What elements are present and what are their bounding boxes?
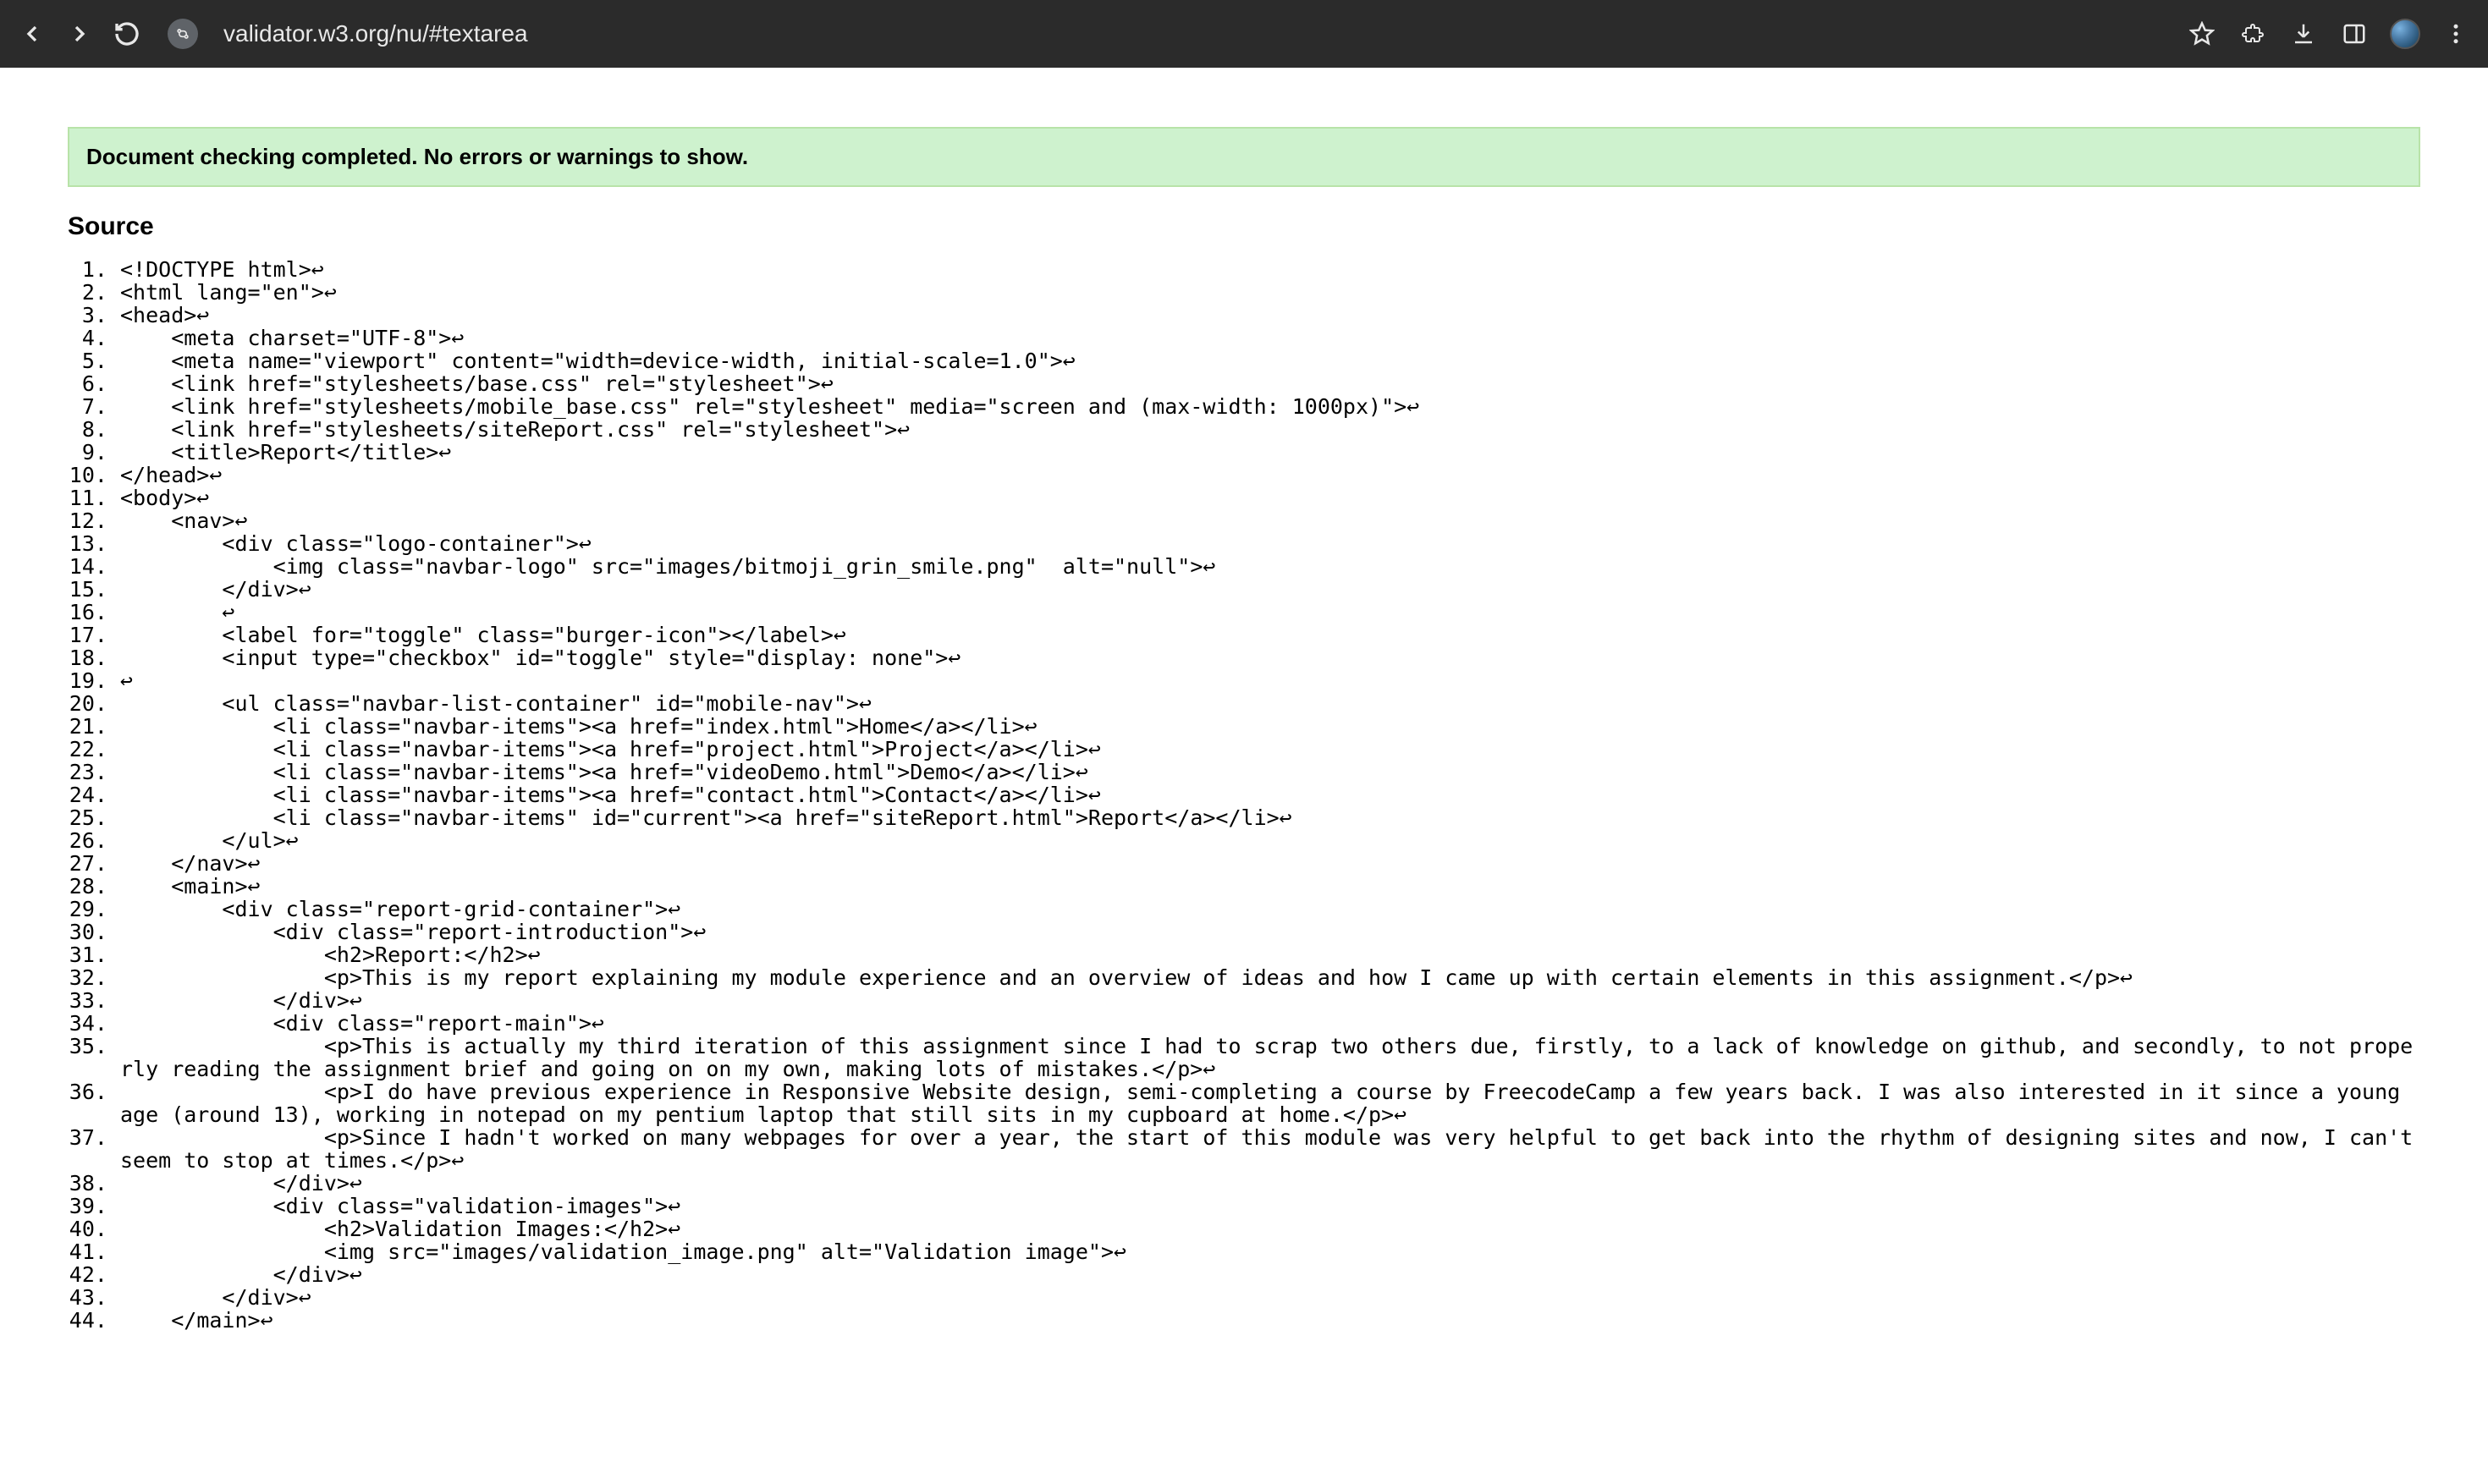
source-line: <link href="stylesheets/base.css" rel="s… — [120, 372, 2420, 395]
source-line: </div>↩ — [120, 1286, 2420, 1309]
source-line: </head>↩ — [120, 464, 2420, 486]
source-heading: Source — [68, 212, 2420, 241]
source-line: <link href="stylesheets/siteReport.css" … — [120, 418, 2420, 441]
address-bar[interactable]: validator.w3.org/nu/#textarea — [215, 20, 2170, 47]
source-line: </div>↩ — [120, 578, 2420, 601]
source-line: <link href="stylesheets/mobile_base.css"… — [120, 395, 2420, 418]
source-line: <title>Report</title>↩ — [120, 441, 2420, 464]
source-line: </ul>↩ — [120, 829, 2420, 852]
source-line: <li class="navbar-items"><a href="contac… — [120, 783, 2420, 806]
browser-toolbar: validator.w3.org/nu/#textarea — [0, 0, 2488, 68]
source-line: <li class="navbar-items"><a href="videoD… — [120, 761, 2420, 783]
source-line: <h2>Report:</h2>↩ — [120, 943, 2420, 966]
forward-button[interactable] — [64, 19, 95, 49]
source-line: <li class="navbar-items"><a href="index.… — [120, 715, 2420, 738]
source-line: <p>This is actually my third iteration o… — [120, 1035, 2420, 1080]
source-line: <label for="toggle" class="burger-icon">… — [120, 624, 2420, 646]
source-line: </div>↩ — [120, 989, 2420, 1012]
source-line: <head>↩ — [120, 304, 2420, 327]
source-line: <html lang="en">↩ — [120, 281, 2420, 304]
source-line: <p>This is my report explaining my modul… — [120, 966, 2420, 989]
source-code-list: <!DOCTYPE html>↩<html lang="en">↩<head>↩… — [68, 258, 2420, 1332]
kebab-menu-icon[interactable] — [2441, 19, 2471, 49]
sidepanel-icon[interactable] — [2339, 19, 2370, 49]
source-line: </div>↩ — [120, 1263, 2420, 1286]
source-line: <input type="checkbox" id="toggle" style… — [120, 646, 2420, 669]
source-line: <img class="navbar-logo" src="images/bit… — [120, 555, 2420, 578]
source-line: <nav>↩ — [120, 509, 2420, 532]
back-button[interactable] — [17, 19, 47, 49]
source-line: <meta charset="UTF-8">↩ — [120, 327, 2420, 349]
source-line: <!DOCTYPE html>↩ — [120, 258, 2420, 281]
nav-buttons — [17, 19, 142, 49]
source-line: </main>↩ — [120, 1309, 2420, 1332]
source-line: <div class="report-main">↩ — [120, 1012, 2420, 1035]
source-line: <p>I do have previous experience in Resp… — [120, 1080, 2420, 1126]
source-line: <p>Since I hadn't worked on many webpage… — [120, 1126, 2420, 1172]
source-line: </nav>↩ — [120, 852, 2420, 875]
source-line: <body>↩ — [120, 486, 2420, 509]
source-line: <div class="report-grid-container">↩ — [120, 898, 2420, 921]
bookmark-star-icon[interactable] — [2187, 19, 2217, 49]
source-line: <li class="navbar-items" id="current"><a… — [120, 806, 2420, 829]
downloads-icon[interactable] — [2288, 19, 2319, 49]
validation-success-banner: Document checking completed. No errors o… — [68, 127, 2420, 187]
source-line: <div class="report-introduction">↩ — [120, 921, 2420, 943]
source-line: <meta name="viewport" content="width=dev… — [120, 349, 2420, 372]
source-line: ↩ — [120, 669, 2420, 692]
source-line: <h2>Validation Images:</h2>↩ — [120, 1217, 2420, 1240]
source-line: <main>↩ — [120, 875, 2420, 898]
source-line: <img src="images/validation_image.png" a… — [120, 1240, 2420, 1263]
source-line: <div class="validation-images">↩ — [120, 1195, 2420, 1217]
extensions-icon[interactable] — [2238, 19, 2268, 49]
source-line: ↩ — [120, 601, 2420, 624]
source-line: <div class="logo-container">↩ — [120, 532, 2420, 555]
source-line: </div>↩ — [120, 1172, 2420, 1195]
source-line: <li class="navbar-items"><a href="projec… — [120, 738, 2420, 761]
source-line: <ul class="navbar-list-container" id="mo… — [120, 692, 2420, 715]
page-content: Document checking completed. No errors o… — [0, 127, 2488, 1399]
toolbar-right — [2187, 19, 2471, 49]
profile-avatar[interactable] — [2390, 19, 2420, 49]
reload-button[interactable] — [112, 19, 142, 49]
site-info-icon[interactable] — [168, 19, 198, 49]
